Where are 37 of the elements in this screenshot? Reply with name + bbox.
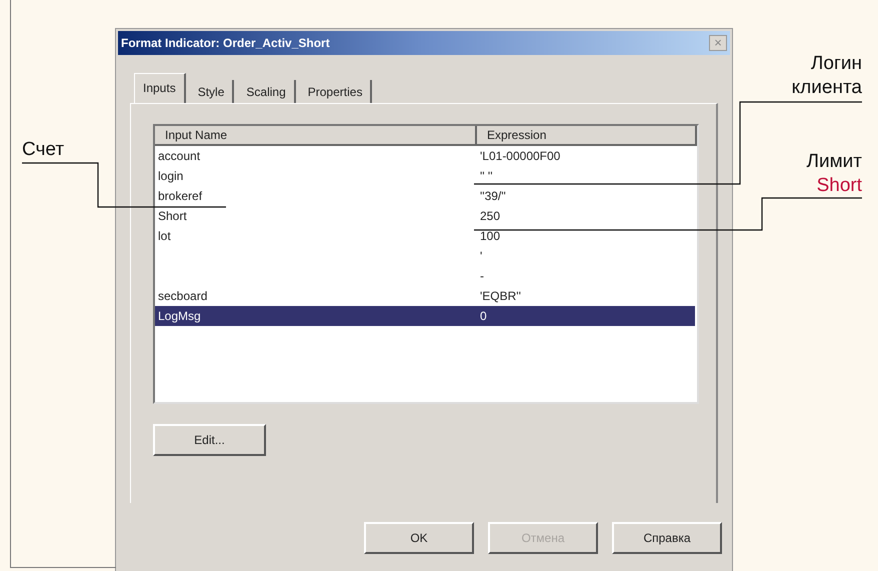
callout-label: Счет [22,138,64,162]
input-name: lot [157,229,172,243]
expression: ''39/'' [479,189,507,203]
callout-label: Лимит [806,150,862,174]
column-header[interactable]: Input Name [155,126,477,146]
list-row[interactable]: secboard 'EQBR'' [155,286,695,306]
list-row[interactable]: lot 100 [155,226,695,246]
edit-button[interactable]: Edit... [153,424,266,456]
input-name: brokeref [157,189,204,203]
callout-label: Логин [810,52,862,76]
list-row[interactable]: login '' '' [155,166,695,186]
expression: ' [479,249,484,263]
input-name: account [157,149,202,163]
expression: 0 [479,309,488,323]
expression: 'EQBR'' [479,289,522,303]
list-row[interactable]: LogMsg 0 [155,306,695,326]
dialog-button[interactable]: OK [364,522,474,554]
list-row[interactable]: ' [155,246,695,266]
list-row[interactable]: account 'L01-00000F00 [155,146,695,166]
expression: - [479,269,485,283]
window-title: Format Indicator: Order_Activ_Short [121,36,330,50]
column-header[interactable]: Expression [477,126,697,146]
list-row[interactable]: Short 250 [155,206,695,226]
expression: '' '' [479,169,494,183]
dialog-button[interactable]: Справка [612,522,722,554]
expression: 250 [479,209,502,223]
list-row[interactable]: brokeref ''39/'' [155,186,695,206]
expression: 100 [479,229,502,243]
input-name: secboard [157,289,208,303]
list-row[interactable]: - [155,266,695,286]
callout-label: клиента [792,76,862,100]
tab[interactable]: Inputs [134,73,186,103]
input-name: Short [157,209,188,223]
input-name: login [157,169,184,183]
input-name: LogMsg [157,309,202,323]
callout-label: Short [816,174,862,198]
expression: 'L01-00000F00 [479,149,562,163]
